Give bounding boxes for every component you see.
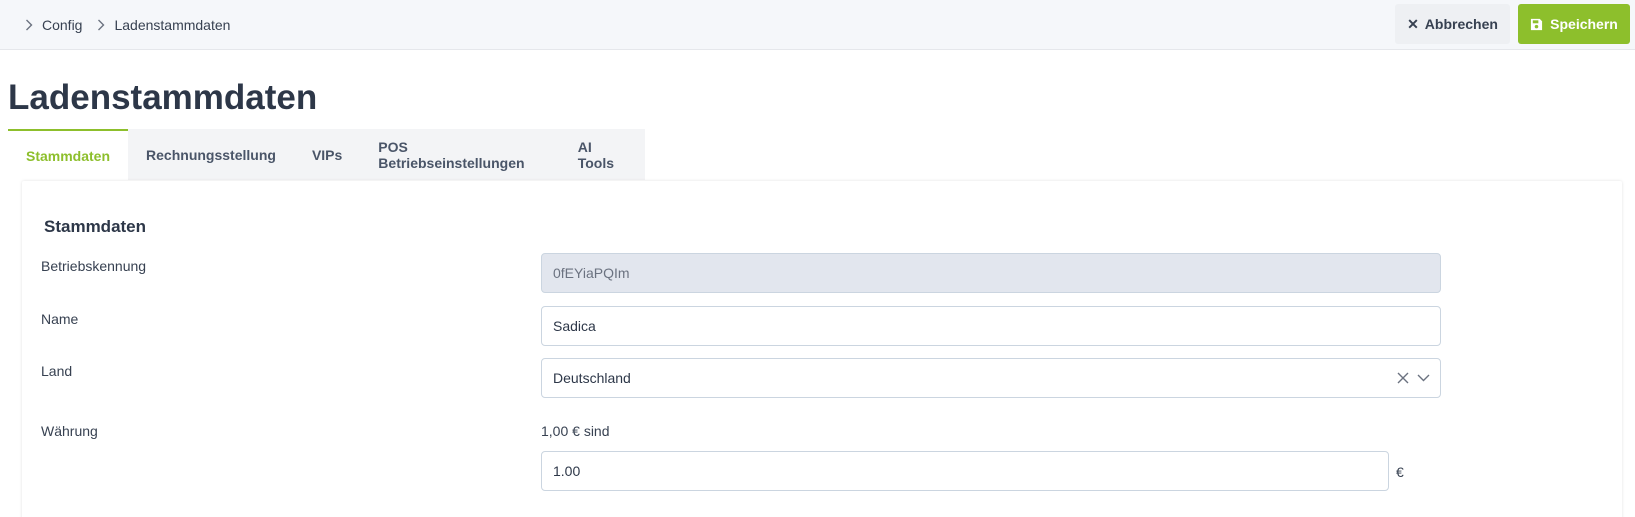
betriebskennung-label: Betriebskennung <box>41 258 147 274</box>
name-value: Sadica <box>553 318 596 334</box>
waehrung-rate-text: 1,00 € sind <box>541 423 610 439</box>
waehrung-unit: € <box>1396 464 1404 480</box>
cancel-button[interactable]: ✕ Abbrechen <box>1395 4 1510 44</box>
tab-stammdaten[interactable]: Stammdaten <box>8 129 129 180</box>
save-button-label: Speichern <box>1550 16 1618 32</box>
tab-vips[interactable]: VIPs <box>294 129 360 180</box>
betriebskennung-value: 0fEYiaPQIm <box>553 265 630 281</box>
chevron-right-icon <box>92 19 110 31</box>
close-icon: ✕ <box>1407 15 1419 32</box>
breadcrumb-item-config[interactable]: Config <box>42 17 82 33</box>
land-label: Land <box>41 363 73 379</box>
waehrung-field[interactable]: 1.00 <box>541 451 1389 491</box>
chevron-down-icon[interactable] <box>1417 374 1430 382</box>
waehrung-label: Währung <box>41 423 98 439</box>
waehrung-value: 1.00 <box>553 463 581 479</box>
name-field[interactable]: Sadica <box>541 306 1441 346</box>
breadcrumb-item-current: Ladenstammdaten <box>114 17 231 33</box>
chevron-right-icon <box>20 19 38 31</box>
save-icon <box>1530 18 1550 31</box>
select-controls <box>1397 359 1430 397</box>
stammdaten-card: Stammdaten Betriebskennung 0fEYiaPQIm Na… <box>22 181 1622 517</box>
cancel-button-label: Abbrechen <box>1424 16 1498 32</box>
clear-icon[interactable] <box>1397 372 1409 384</box>
tab-pos-betriebseinstellungen[interactable]: POS Betriebseinstellungen <box>360 129 559 180</box>
tab-bar: Stammdaten Rechnungsstellung VIPs POS Be… <box>8 129 645 180</box>
name-label: Name <box>41 311 79 327</box>
page-title: Ladenstammdaten <box>8 78 318 117</box>
card-title: Stammdaten <box>44 217 147 236</box>
save-button[interactable]: Speichern <box>1518 4 1630 44</box>
breadcrumb: Config Ladenstammdaten <box>20 0 240 50</box>
tab-ai-tools[interactable]: AI Tools <box>560 129 645 180</box>
land-select[interactable]: Deutschland <box>541 358 1441 398</box>
land-value: Deutschland <box>553 370 631 386</box>
betriebskennung-field: 0fEYiaPQIm <box>541 253 1441 293</box>
top-bar: Config Ladenstammdaten ✕ Abbrechen Speic… <box>0 0 1635 50</box>
tab-rechnungsstellung[interactable]: Rechnungsstellung <box>128 129 294 180</box>
